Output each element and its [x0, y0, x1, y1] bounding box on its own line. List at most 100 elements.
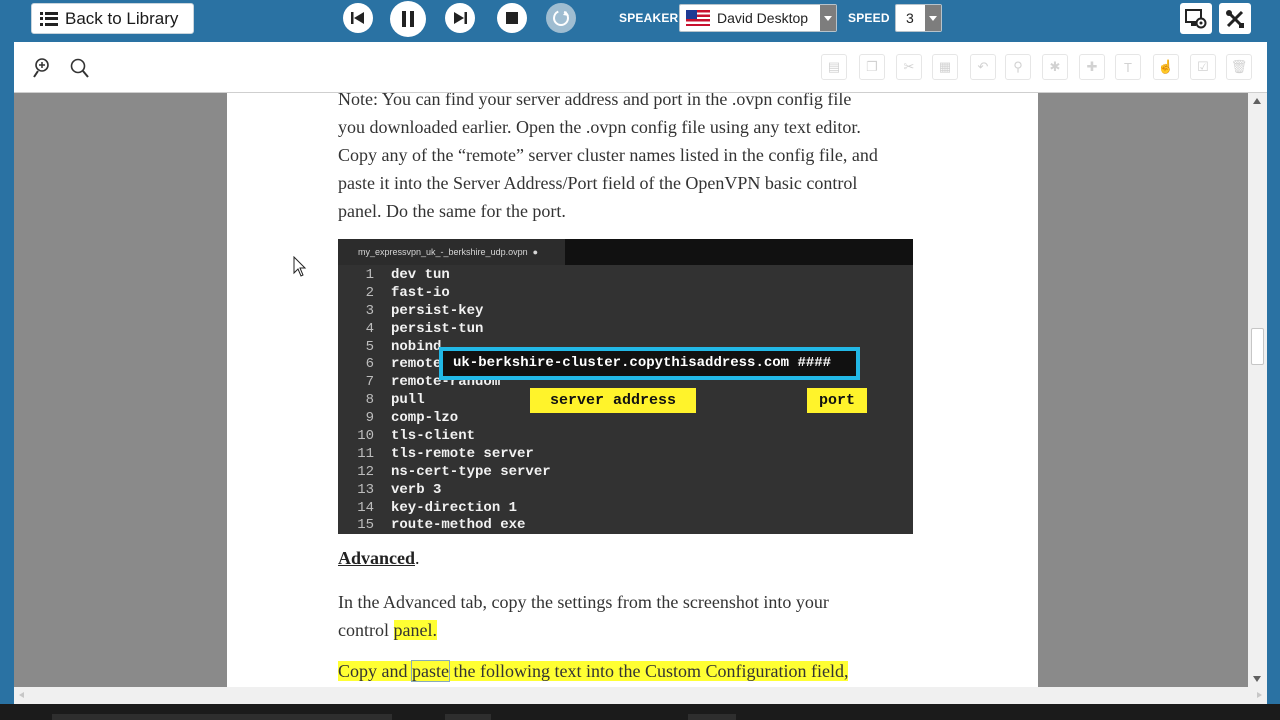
line-number: 14	[357, 499, 374, 516]
note-line: panel. Do the same for the port.	[338, 201, 566, 221]
server-address-tag: server address	[530, 388, 696, 413]
code-line: 10 tls-client	[338, 428, 913, 446]
screen-settings-icon	[1185, 8, 1207, 28]
code-line: 15 route-method exe	[338, 517, 913, 534]
line-text: remote	[391, 356, 442, 373]
check-icon: ☑	[1197, 59, 1209, 74]
undo-icon: ↶	[977, 59, 989, 74]
mic-tool-button[interactable]: ✱	[1042, 54, 1068, 80]
reader-app: Back to Library SPEAKER David Desktop SP…	[0, 0, 1280, 720]
advanced-paragraph: In the Advanced tab, copy the settings f…	[338, 588, 978, 644]
zoom-in-button[interactable]	[32, 56, 56, 80]
scroll-down-icon[interactable]	[1253, 676, 1261, 682]
chevron-down-icon	[820, 5, 836, 31]
text-icon: T	[1124, 59, 1132, 75]
line-text: tls-client	[391, 428, 476, 445]
zoom-out-button[interactable]	[67, 56, 91, 80]
server-address-callout: uk-berkshire-cluster.copythisaddress.com…	[439, 347, 860, 380]
line-text: comp-lzo	[391, 410, 459, 427]
pointer-tool-button[interactable]: ☝	[1153, 54, 1179, 80]
speaker-label: SPEAKER	[619, 11, 679, 25]
skip-back-button[interactable]	[343, 3, 373, 33]
search-icon: ⚲	[1013, 59, 1023, 74]
line-number: 15	[357, 517, 374, 534]
right-frame	[1267, 42, 1280, 720]
note-line: you downloaded earlier. Open the .ovpn c…	[338, 117, 861, 137]
list-icon	[40, 11, 58, 26]
cut-tool-button[interactable]: ✂	[896, 54, 922, 80]
copy-tool-button[interactable]: ❐	[859, 54, 885, 80]
speaker-select[interactable]: David Desktop	[679, 4, 837, 32]
line-number: 2	[365, 284, 374, 301]
note-paragraph: Note: You can find your server address a…	[338, 93, 978, 225]
save-tool-button[interactable]: ▤	[821, 54, 847, 80]
editor-tabbar: my_expressvpn_uk_-_berkshire_udp.ovpn ●	[338, 239, 913, 265]
back-to-library-label: Back to Library	[65, 8, 179, 28]
screen-settings-button[interactable]	[1180, 3, 1212, 34]
scroll-up-icon[interactable]	[1253, 98, 1261, 104]
horizontal-scrollbar[interactable]	[14, 687, 1267, 704]
line-number: 1	[365, 267, 374, 283]
stop-button[interactable]	[497, 3, 527, 33]
code-line: 3 persist-key	[338, 303, 913, 321]
search-tool-button[interactable]: ⚲	[1005, 54, 1031, 80]
heading-period: .	[415, 548, 420, 568]
document-toolbar: ▤ ❐ ✂ ▦ ↶ ⚲ ✱ ✚ T ☝ ☑ 🗑	[14, 42, 1267, 93]
trash-icon: 🗑	[1230, 59, 1248, 74]
add-icon: ✚	[1086, 59, 1098, 74]
line-number: 12	[357, 463, 374, 480]
skip-forward-icon	[454, 12, 467, 24]
skip-forward-button[interactable]	[445, 3, 475, 33]
pointer-icon: ☝	[1157, 59, 1175, 74]
line-number: 8	[365, 392, 374, 409]
document-viewer[interactable]: Note: You can find your server address a…	[14, 93, 1248, 687]
config-screenshot: my_expressvpn_uk_-_berkshire_udp.ovpn ● …	[338, 239, 913, 534]
add-tool-button[interactable]: ✚	[1079, 54, 1105, 80]
line-text: persist-key	[391, 302, 484, 319]
line-number: 5	[365, 338, 374, 355]
speed-select[interactable]: 3	[895, 4, 942, 32]
editor-tab: my_expressvpn_uk_-_berkshire_udp.ovpn ●	[338, 239, 565, 265]
delete-tool-button[interactable]: 🗑	[1226, 54, 1252, 80]
speaker-value: David Desktop	[717, 10, 809, 26]
line-text: fast-io	[391, 284, 450, 301]
note-line: Note: You can find your server address a…	[338, 93, 852, 109]
line-text: ns-cert-type server	[391, 463, 551, 480]
note-line: Copy any of the “remote” server cluster …	[338, 145, 878, 165]
zoom-out-icon	[70, 58, 89, 78]
line-number: 3	[365, 302, 374, 319]
line-text: tls-remote server	[391, 445, 534, 462]
line-text: route-method exe	[391, 517, 526, 534]
pause-button[interactable]	[390, 1, 426, 37]
code-line: 4 persist-tun	[338, 321, 913, 339]
line-number: 9	[365, 410, 374, 427]
speed-value: 3	[906, 10, 914, 26]
tools-button[interactable]	[1219, 3, 1251, 34]
left-frame	[0, 42, 14, 720]
line-number: 11	[357, 445, 374, 462]
line-number: 13	[357, 481, 374, 498]
vertical-scrollbar[interactable]	[1248, 93, 1267, 687]
highlighted-text: the following text into the Custom Confi…	[448, 661, 849, 681]
paste-tool-button[interactable]: ▦	[932, 54, 958, 80]
copy-icon: ❐	[866, 59, 878, 74]
skip-back-icon	[351, 12, 364, 24]
chevron-down-icon	[925, 5, 941, 31]
line-text: verb 3	[391, 481, 442, 498]
line-text: key-direction 1	[391, 499, 518, 516]
advanced-line: In the Advanced tab, copy the settings f…	[338, 592, 829, 612]
scroll-thumb[interactable]	[1251, 328, 1264, 365]
undo-tool-button[interactable]: ↶	[970, 54, 996, 80]
advanced-text: control	[338, 620, 394, 640]
repeat-button[interactable]	[546, 3, 576, 33]
speed-label: SPEED	[848, 11, 890, 25]
text-tool-button[interactable]: T	[1115, 54, 1141, 80]
line-number: 7	[365, 374, 374, 391]
scroll-right-icon[interactable]	[1257, 692, 1262, 698]
code-line: 11 tls-remote server	[338, 446, 913, 464]
back-to-library-button[interactable]: Back to Library	[31, 3, 194, 34]
current-word: paste	[411, 660, 450, 682]
check-tool-button[interactable]: ☑	[1190, 54, 1216, 80]
scroll-left-icon[interactable]	[19, 692, 24, 698]
code-line: 2 fast-io	[338, 285, 913, 303]
